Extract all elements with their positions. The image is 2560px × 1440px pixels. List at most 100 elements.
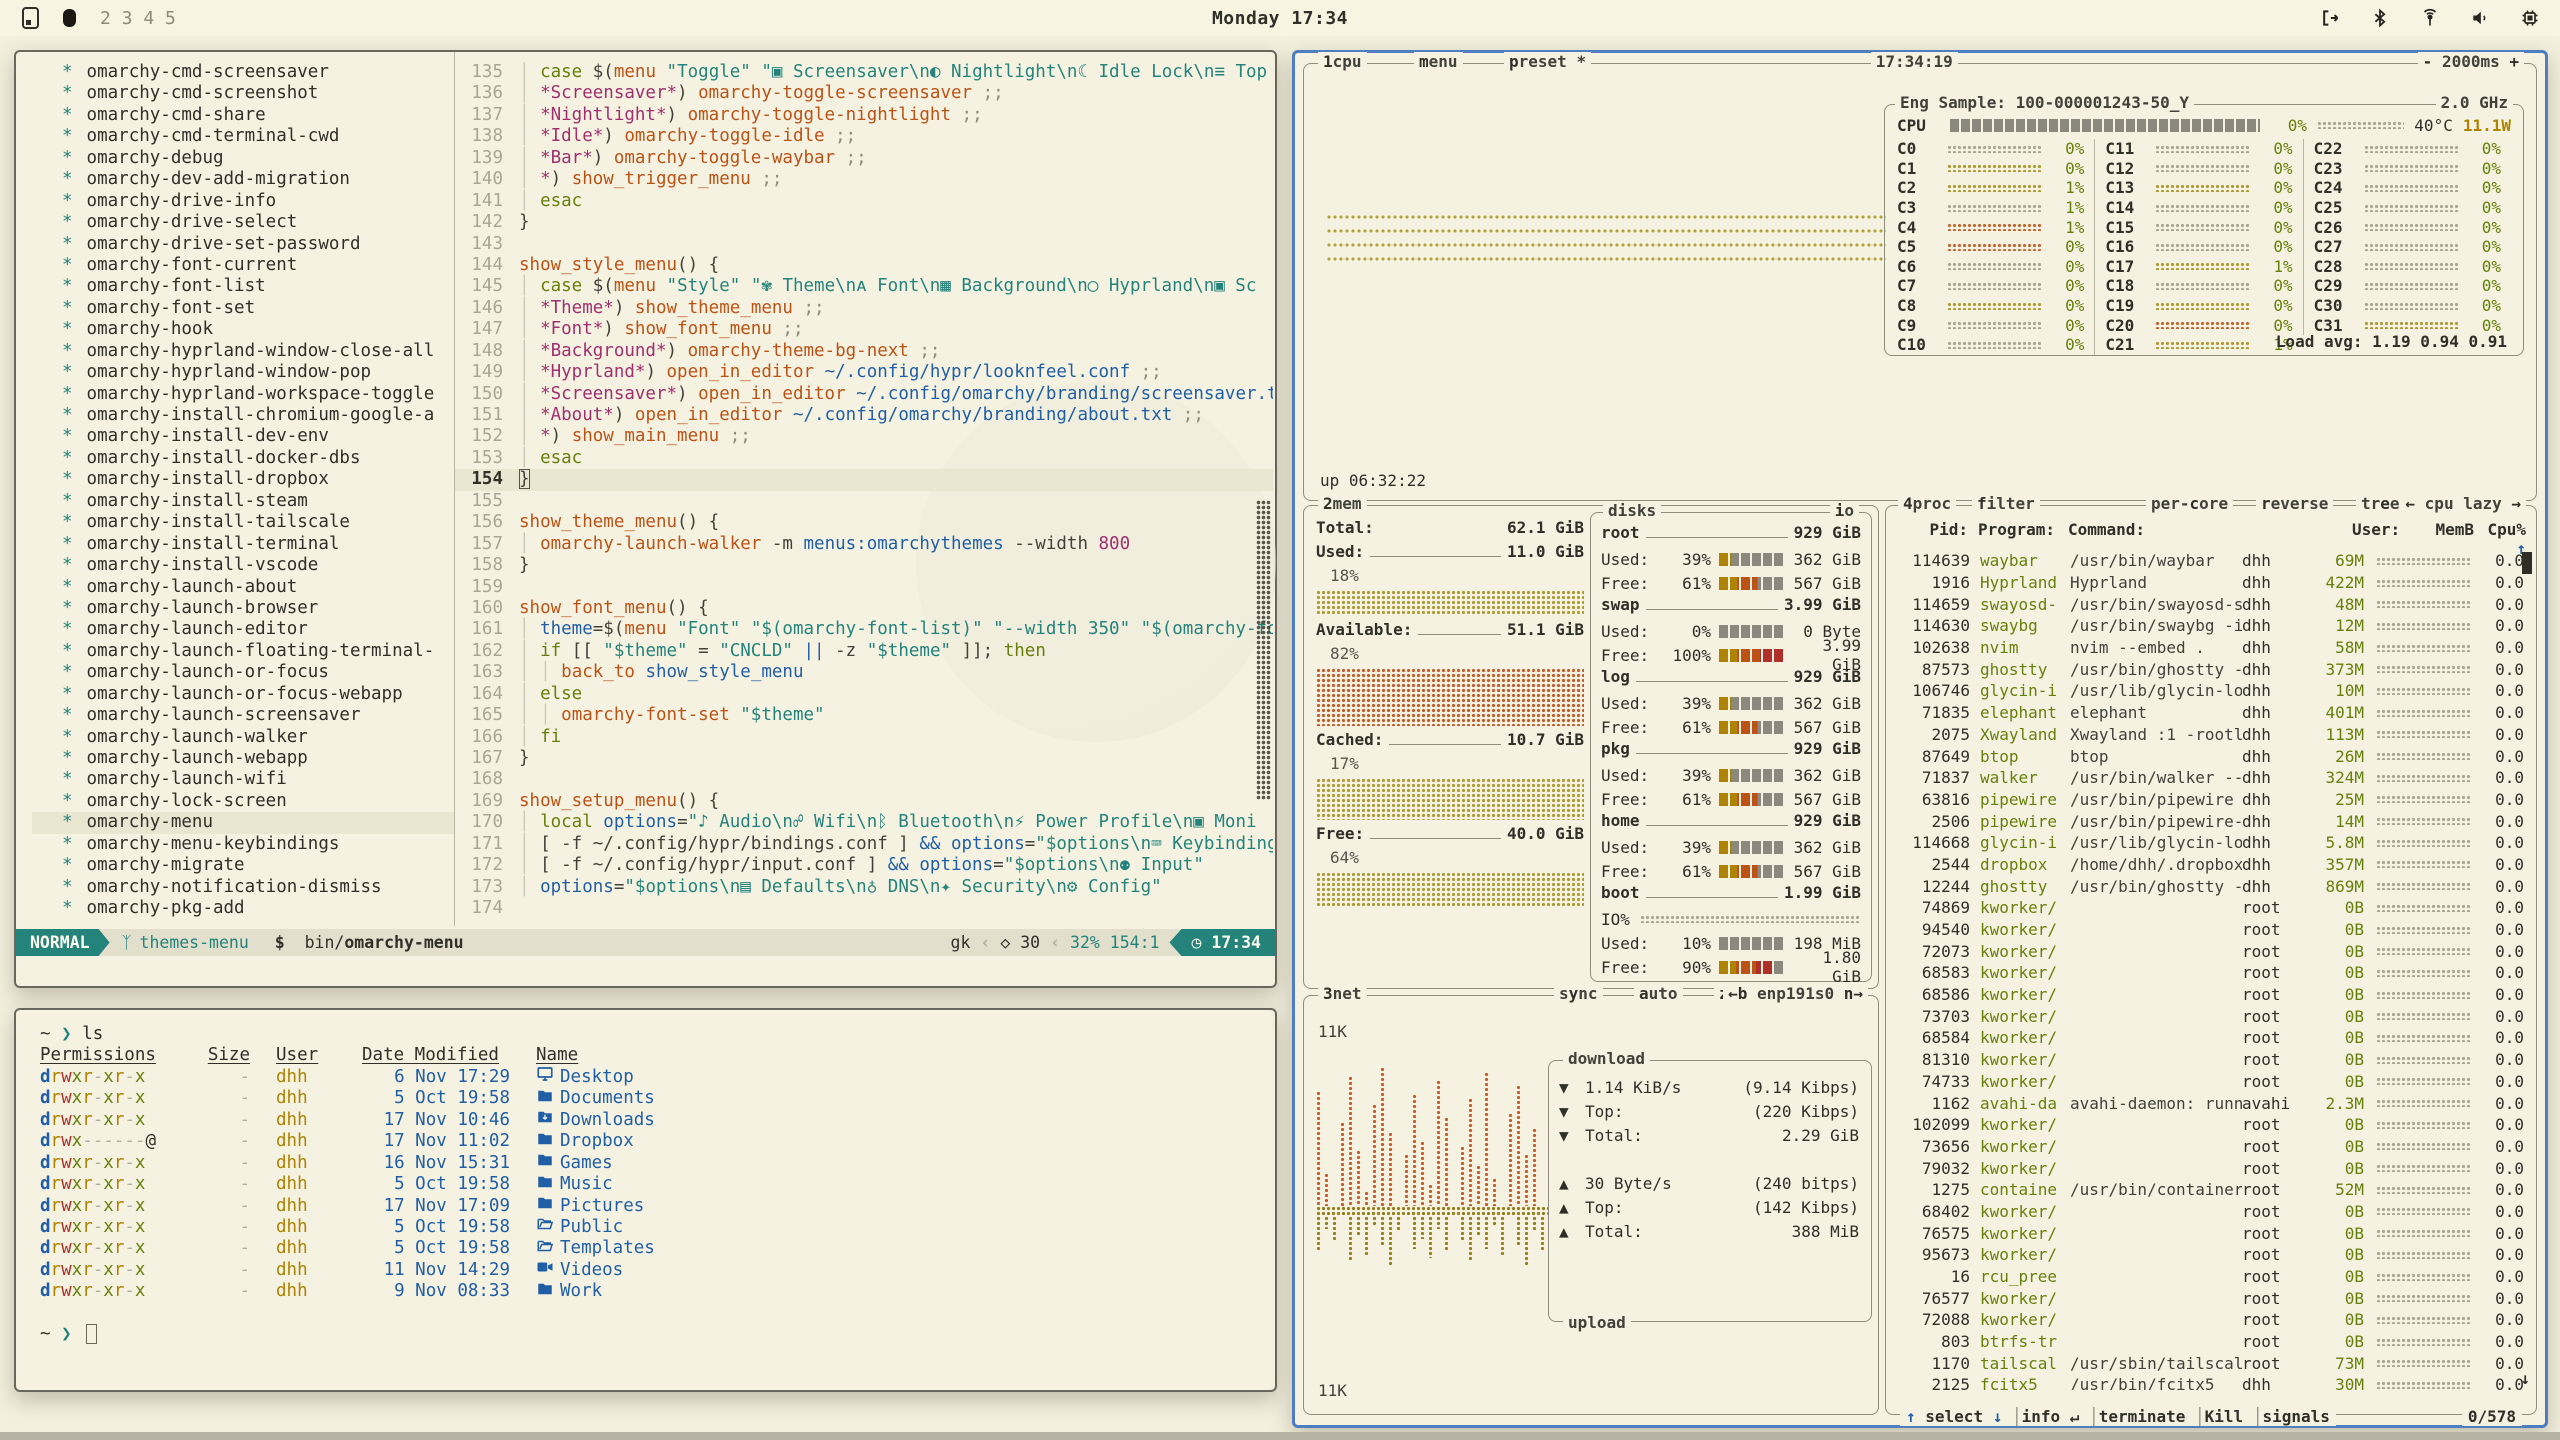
file-item[interactable]: *omarchy-drive-set-password [62,234,454,255]
proc-row[interactable]: 12244ghostty/usr/bin/ghostty --gtk-dhh86… [1888,875,2534,897]
proc-row[interactable]: 81310kworker/root0B0.0 [1888,1049,2534,1071]
file-item[interactable]: *omarchy-launch-screensaver [62,705,454,726]
code-line[interactable]: 135│ case $(menu "Toggle" "▣ Screensaver… [455,62,1273,83]
workspace-4[interactable]: 4 [133,8,155,29]
net-sync-toggle[interactable]: sync [1554,984,1603,1004]
proc-row[interactable]: 2075XwaylandXwayland :1 -rootless -dhh11… [1888,724,2534,746]
proc-percore-toggle[interactable]: per-core [2146,494,2233,514]
code-line[interactable]: 149│ *Hyprland*) open_in_editor ~/.confi… [455,362,1273,383]
code-line[interactable]: 157│ omarchy-launch-walker -m menus:omar… [455,534,1273,555]
file-item[interactable]: *omarchy-install-chromium-google-a [62,405,454,426]
code-line[interactable]: 137│ *Nightlight*) omarchy-toggle-nightl… [455,105,1273,126]
code-line[interactable]: 166│ fi [455,727,1273,748]
file-item[interactable]: *omarchy-font-set [62,298,454,319]
proc-row[interactable]: 803btrfs-trroot0B0.0 [1888,1331,2534,1353]
prompt-line[interactable]: ~ ❯ ls [40,1024,1275,1045]
workspace-3[interactable]: 3 [111,8,133,29]
proc-row[interactable]: 73703kworker/root0B0.0 [1888,1005,2534,1027]
net-interface-selector[interactable]: ←b enp191s0 n→ [1723,984,1868,1004]
proc-row[interactable]: 114668glycin-i/usr/lib/glycin-loadersdhh… [1888,832,2534,854]
code-line[interactable]: 147│ *Font*) show_font_menu ;; [455,319,1273,340]
code-line[interactable]: 164│ else [455,684,1273,705]
proc-row[interactable]: 68402kworker/root0B0.0 [1888,1201,2534,1223]
code-line[interactable]: 139│ *Bar*) omarchy-toggle-waybar ;; [455,148,1273,169]
file-item[interactable]: *omarchy-hyprland-window-pop [62,362,454,383]
proc-footer-actions[interactable]: ↑ select ↓ │info ↵ │terminate │Kill │sig… [1900,1407,2336,1426]
proc-row[interactable]: 94540kworker/root0B0.0 [1888,919,2534,941]
file-item[interactable]: *omarchy-launch-floating-terminal- [62,641,454,662]
ls-row[interactable]: drwxr-xr-x-dhh 9 Nov 08:33Work [40,1281,1275,1302]
io-toggle[interactable]: io [1830,501,1859,521]
code-line[interactable]: 143 [455,234,1273,255]
code-line[interactable]: 165│ │ omarchy-font-set "$theme" [455,705,1273,726]
file-item[interactable]: *omarchy-font-current [62,255,454,276]
proc-row[interactable]: 102099kworker/root0B0.0 [1888,1114,2534,1136]
code-line[interactable]: 140│ *) show_trigger_menu ;; [455,169,1273,190]
proc-scrollbar-thumb[interactable] [2522,552,2532,574]
code-line[interactable]: 158} [455,555,1273,576]
proc-row[interactable]: 87573ghostty/usr/bin/ghostty --gtk-dhh37… [1888,658,2534,680]
code-line[interactable]: 144show_style_menu() { [455,255,1273,276]
code-line[interactable]: 148│ *Background*) omarchy-theme-bg-next… [455,341,1273,362]
ls-row[interactable]: drwxr-xr-x-dhh 5 Oct 19:58Templates [40,1238,1275,1259]
ls-row[interactable]: drwxr-xr-x-dhh 5 Oct 19:58Documents [40,1088,1275,1109]
code-line[interactable]: 160show_font_menu() { [455,598,1273,619]
file-item[interactable]: *omarchy-migrate [62,855,454,876]
proc-row[interactable]: 71835elephantelephantdhh401M0.0 [1888,702,2534,724]
proc-sort-selector[interactable]: ← cpu lazy → [2400,494,2526,514]
proc-row[interactable]: 2544dropbox/home/dhh/.dropbox-distdhh357… [1888,854,2534,876]
file-item[interactable]: *omarchy-install-tailscale [62,512,454,533]
code-line[interactable]: 174 [455,898,1273,919]
file-item[interactable]: *omarchy-launch-or-focus-webapp [62,684,454,705]
file-item[interactable]: *omarchy-pkg-add [62,898,454,919]
ls-row[interactable]: drwxr-xr-x-dhh11 Nov 14:29Videos [40,1260,1275,1281]
ls-row[interactable]: drwxr-xr-x-dhh17 Nov 17:09Pictures [40,1196,1275,1217]
code-line[interactable]: 138│ *Idle*) omarchy-toggle-idle ;; [455,126,1273,147]
ls-row[interactable]: drwxr-xr-x-dhh17 Nov 10:46Downloads [40,1110,1275,1131]
file-item[interactable]: *omarchy-cmd-screenshot [62,83,454,104]
code-line[interactable]: 163│ │ back_to show_style_menu [455,662,1273,683]
file-item[interactable]: *omarchy-cmd-terminal-cwd [62,126,454,147]
proc-row[interactable]: 71837walker/usr/bin/walker --gappldhh324… [1888,767,2534,789]
refresh-interval-control[interactable]: - 2000ms + [2418,52,2524,72]
code-line[interactable]: 169show_setup_menu() { [455,791,1273,812]
proc-row[interactable]: 72073kworker/root0B0.0 [1888,940,2534,962]
code-line[interactable]: 168 [455,769,1273,790]
code-line[interactable]: 173│ options="$options\n▤ Defaults\n♁ DN… [455,877,1273,898]
file-item[interactable]: *omarchy-drive-info [62,191,454,212]
file-item[interactable]: *omarchy-launch-or-focus [62,662,454,683]
proc-row[interactable]: 79032kworker/root0B0.0 [1888,1157,2534,1179]
proc-row[interactable]: 87649btopbtopdhh26M0.0 [1888,745,2534,767]
proc-row[interactable]: 106746glycin-i/usr/lib/glycin-loadersdhh… [1888,680,2534,702]
workspace-2[interactable]: 2 [100,8,111,29]
code-line[interactable]: 146│ *Theme*) show_theme_menu ;; [455,298,1273,319]
code-line[interactable]: 170│ local options="♪ Audio\n☍ Wifi\nᛒ B… [455,812,1273,833]
code-line[interactable]: 142} [455,212,1273,233]
bluetooth-icon[interactable] [2370,8,2390,28]
proc-row[interactable]: 114630swaybg/usr/bin/swaybg -i /homdhh12… [1888,615,2534,637]
workspace-active-indicator[interactable] [63,9,76,27]
proc-row[interactable]: 68584kworker/root0B0.0 [1888,1027,2534,1049]
code-line[interactable]: 136│ *Screensaver*) omarchy-toggle-scree… [455,83,1273,104]
file-item[interactable]: *omarchy-font-list [62,276,454,297]
code-line[interactable]: 159 [455,577,1273,598]
code-line[interactable]: 156show_theme_menu() { [455,512,1273,533]
file-item[interactable]: *omarchy-notification-dismiss [62,877,454,898]
file-item[interactable]: *omarchy-install-docker-dbs [62,448,454,469]
file-item[interactable]: *omarchy-install-terminal [62,534,454,555]
code-line[interactable]: 150│ *Screensaver*) open_in_editor ~/.co… [455,384,1273,405]
proc-row[interactable]: 72088kworker/root0B0.0 [1888,1309,2534,1331]
proc-filter-button[interactable]: filter [1972,494,2040,514]
file-item[interactable]: *omarchy-launch-about [62,577,454,598]
file-item[interactable]: *omarchy-menu-keybindings [62,834,454,855]
ls-row[interactable]: drwxr-xr-x-dhh 6 Nov 17:29Desktop [40,1067,1275,1088]
proc-row[interactable]: 76577kworker/root0B0.0 [1888,1287,2534,1309]
proc-row[interactable]: 74869kworker/root0B0.0 [1888,897,2534,919]
ls-row[interactable]: drwxr-xr-x-dhh 5 Oct 19:58Public [40,1217,1275,1238]
file-item[interactable]: *omarchy-lock-screen [62,791,454,812]
code-line[interactable]: 152│ *) show_main_menu ;; [455,426,1273,447]
file-item[interactable]: *omarchy-install-vscode [62,555,454,576]
file-item[interactable]: *omarchy-cmd-screensaver [62,62,454,83]
volume-icon[interactable] [2470,8,2490,28]
proc-row[interactable]: 1162avahi-daavahi-daemon: running [avahi… [1888,1092,2534,1114]
